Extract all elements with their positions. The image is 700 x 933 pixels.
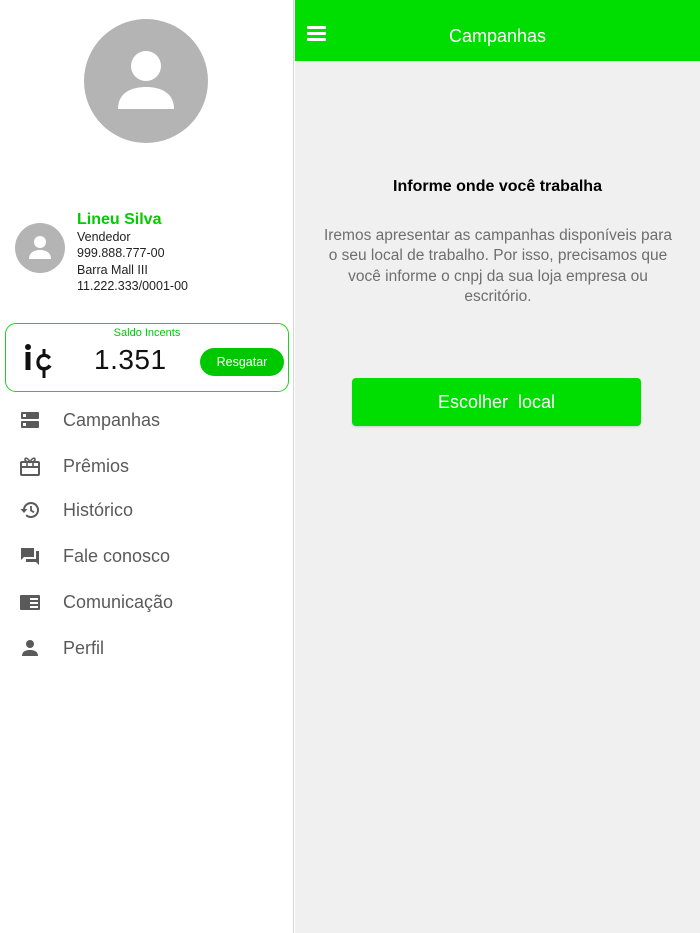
- menu-item-perfil[interactable]: Perfil: [0, 628, 293, 668]
- history-icon: [19, 499, 41, 521]
- menu-item-campanhas[interactable]: Campanhas: [0, 400, 293, 440]
- balance-value: 1.351: [94, 344, 167, 375]
- info-text: Iremos apresentar as campanhas disponíve…: [323, 227, 673, 305]
- user-store: Barra Mall III: [77, 262, 148, 277]
- user-document: 999.888.777-00: [77, 246, 165, 261]
- profile-avatar-large[interactable]: [84, 19, 208, 143]
- menu-item-label: Campanhas: [63, 409, 161, 430]
- menu-item-label: Prêmios: [63, 455, 130, 476]
- navigation-drawer: Lineu Silva Vendedor 999.888.777-00 Barr…: [0, 0, 294, 933]
- incents-coin-icon: [25, 344, 52, 378]
- person-icon: [19, 637, 41, 659]
- info-title: Informe onde você trabalha: [393, 178, 602, 195]
- app-bar: Campanhas: [295, 0, 700, 61]
- user-name: Lineu Silva: [77, 211, 162, 228]
- balance-title: Saldo Incents: [113, 327, 181, 339]
- user-info: Lineu Silva Vendedor 999.888.777-00 Barr…: [77, 210, 188, 295]
- menu-item-label: Fale conosco: [63, 545, 171, 566]
- user-role: Vendedor: [77, 230, 131, 244]
- gift-icon: [19, 455, 41, 477]
- menu-item-label: Perfil: [63, 637, 105, 658]
- menu-item-fale-conosco[interactable]: Fale conosco: [0, 536, 293, 576]
- menu-item-label: Histórico: [63, 499, 134, 520]
- choose-location-button[interactable]: Escolher local: [352, 378, 641, 426]
- page-title: Campanhas: [448, 26, 547, 46]
- campaigns-icon: [19, 409, 41, 431]
- profile-avatar-small[interactable]: [15, 223, 65, 273]
- news-icon: [19, 591, 41, 613]
- menu-item-comunicacao[interactable]: Comunicação: [0, 582, 293, 622]
- redeem-button[interactable]: Resgatar: [200, 348, 284, 376]
- user-cnpj: 11.222.333/0001-00: [77, 279, 188, 294]
- user-silhouette-icon: [118, 51, 174, 109]
- balance-card: Saldo Incents 1.351 Resgatar: [5, 323, 289, 392]
- main-content: Campanhas Informe onde você trabalha Ire…: [295, 0, 700, 933]
- chat-icon: [19, 545, 41, 567]
- menu-item-label: Comunicação: [63, 591, 174, 612]
- user-silhouette-icon: [29, 236, 51, 259]
- menu-item-premios[interactable]: Prêmios: [0, 446, 293, 486]
- menu-item-historico[interactable]: Histórico: [0, 490, 293, 530]
